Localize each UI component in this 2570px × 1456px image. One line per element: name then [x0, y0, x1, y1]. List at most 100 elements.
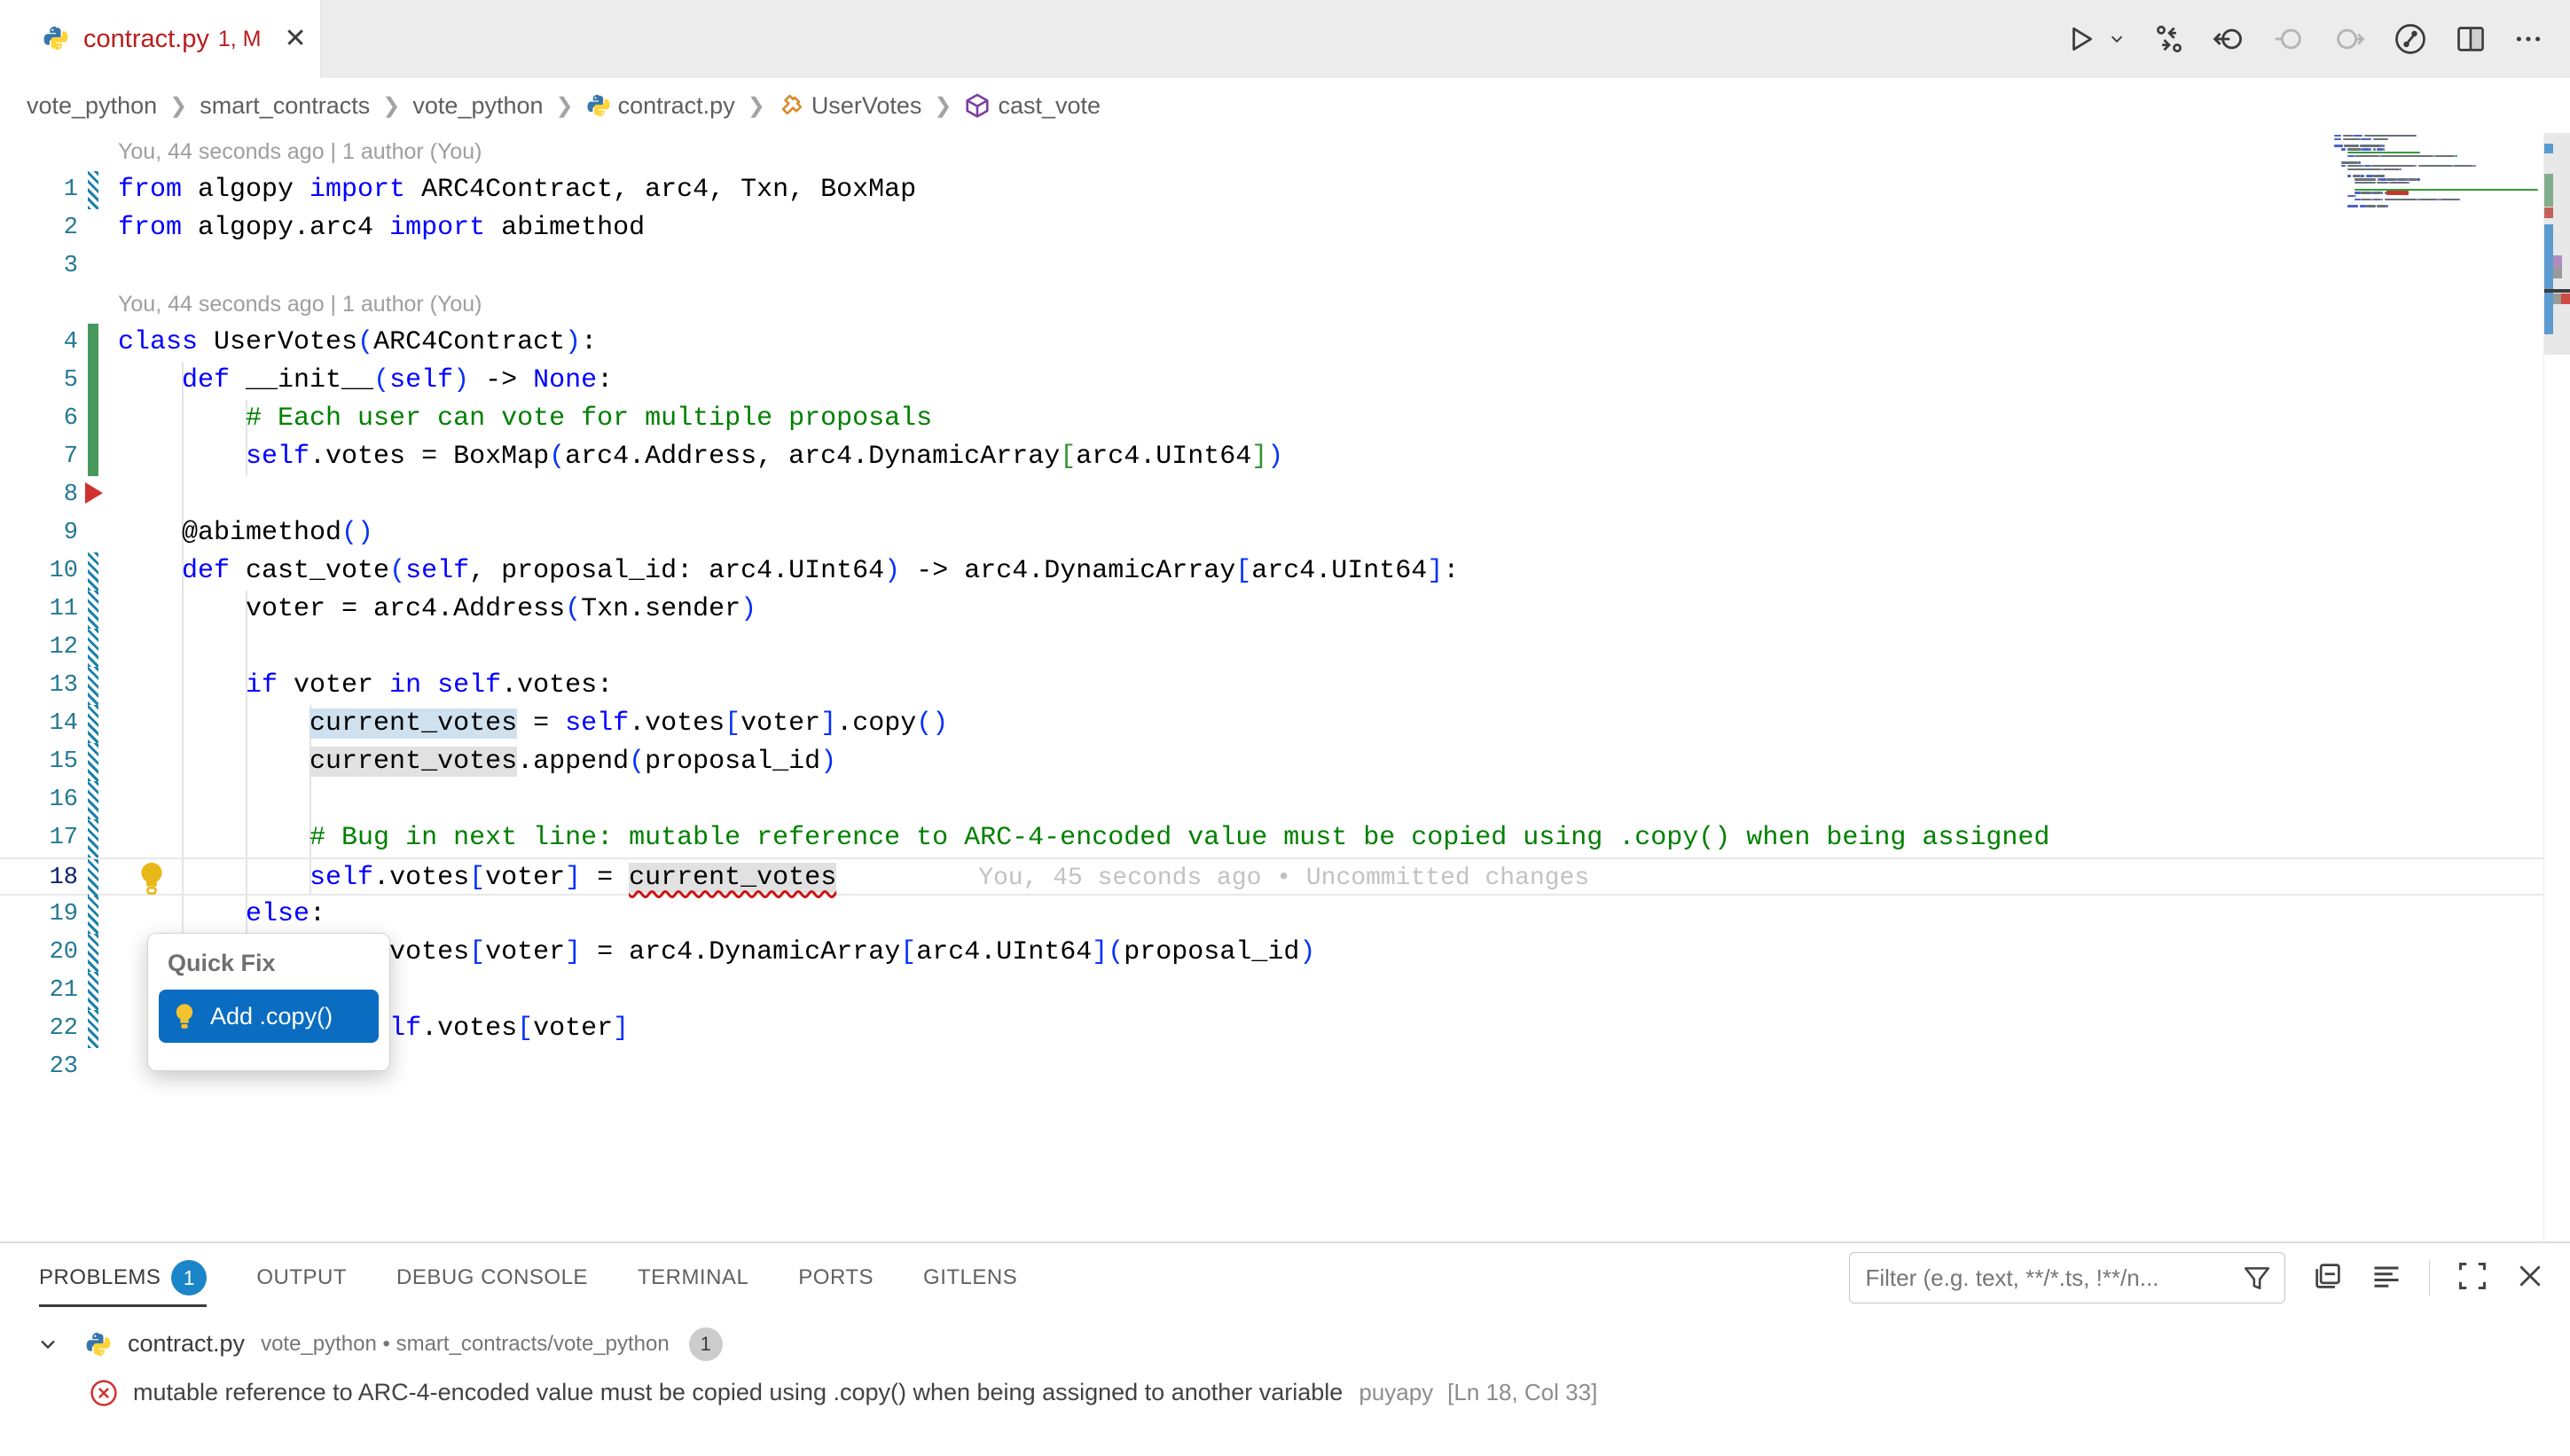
code-line-2[interactable]: 2from algopy.arc4 import abimethod — [0, 209, 2570, 247]
run-dropdown-icon[interactable] — [2107, 29, 2127, 49]
gutter[interactable] — [0, 133, 118, 171]
gutter[interactable]: 18 — [0, 859, 118, 897]
breadcrumb-item-cast_vote[interactable]: cast_vote — [964, 92, 1101, 120]
line-number: 15 — [50, 743, 78, 781]
code-line-18[interactable]: 18 self.votes[voter] = current_votesYou,… — [0, 857, 2570, 896]
gutter[interactable]: 2 — [0, 209, 118, 247]
breadcrumb-item-contract.py[interactable]: contract.py — [586, 92, 735, 120]
gutter[interactable]: 10 — [0, 552, 118, 591]
gutter-modified-marker — [88, 552, 98, 591]
minimap-line — [2332, 158, 2543, 160]
code-line-5[interactable]: 5 def __init__(self) -> None: — [0, 362, 2570, 400]
breadcrumb-item-smart_contracts[interactable]: smart_contracts — [200, 92, 370, 120]
gutter[interactable]: 3 — [0, 247, 118, 286]
minimap-line — [2332, 138, 2543, 140]
code-line-11[interactable]: 11 voter = arc4.Address(Txn.sender) — [0, 591, 2570, 629]
breadcrumb-item-vote_python[interactable]: vote_python — [412, 92, 543, 120]
line-number: 12 — [50, 629, 78, 667]
split-editor-icon[interactable] — [2455, 23, 2487, 55]
minimap-line — [2332, 142, 2543, 144]
code-line-12[interactable]: 12 — [0, 629, 2570, 667]
go-back-icon[interactable] — [2212, 22, 2245, 56]
panel-tab-ports[interactable]: PORTS — [798, 1243, 874, 1312]
gutter[interactable]: 21 — [0, 972, 118, 1010]
gutter[interactable]: 5 — [0, 362, 118, 400]
run-python-file-icon[interactable] — [2066, 24, 2096, 54]
gutter-modified-marker — [88, 819, 98, 857]
problems-error-row[interactable]: mutable reference to ARC-4-encoded value… — [0, 1368, 2570, 1417]
gutter[interactable]: 6 — [0, 400, 118, 438]
minimap[interactable] — [2332, 135, 2543, 365]
collapse-all-icon[interactable] — [2312, 1260, 2344, 1296]
view-as-table-icon[interactable] — [2370, 1260, 2402, 1296]
open-changes-icon[interactable] — [2153, 23, 2185, 55]
gutter[interactable]: 22 — [0, 1010, 118, 1048]
minimap-line — [2332, 189, 2543, 191]
gutter[interactable]: 16 — [0, 781, 118, 819]
breadcrumb-label: contract.py — [618, 92, 735, 120]
gutter[interactable]: 7 — [0, 438, 118, 476]
gutter[interactable]: 12 — [0, 629, 118, 667]
gutter[interactable]: 13 — [0, 667, 118, 705]
chevron-down-icon[interactable] — [35, 1332, 60, 1357]
gutter[interactable]: 1 — [0, 171, 118, 209]
quick-fix-add-copy-action[interactable]: Add .copy() — [159, 990, 379, 1043]
tab-contract-py[interactable]: contract.py 1, M ✕ — [0, 0, 321, 78]
code-line-16[interactable]: 16 — [0, 781, 2570, 819]
indent-guide — [182, 629, 184, 667]
problems-count-badge: 1 — [689, 1327, 723, 1361]
gutter[interactable]: 14 — [0, 705, 118, 743]
panel-controls — [1849, 1243, 2546, 1312]
problems-file-row[interactable]: contract.py vote_python • smart_contract… — [0, 1319, 2570, 1368]
maximize-panel-icon[interactable] — [2456, 1260, 2488, 1296]
code-line-8[interactable]: 8 — [0, 476, 2570, 514]
code-line-6[interactable]: 6 # Each user can vote for multiple prop… — [0, 400, 2570, 438]
code-line-14[interactable]: 14 current_votes = self.votes[voter].cop… — [0, 705, 2570, 743]
line-number: 18 — [50, 859, 78, 897]
gutter[interactable]: 20 — [0, 934, 118, 972]
gutter[interactable]: 15 — [0, 743, 118, 781]
code-line-19[interactable]: 19 else: — [0, 896, 2570, 934]
method-symbol-icon — [964, 92, 991, 119]
gutter[interactable]: 17 — [0, 819, 118, 857]
gutter[interactable]: 23 — [0, 1048, 118, 1086]
panel-tab-gitlens[interactable]: GITLENS — [923, 1243, 1017, 1312]
gitlens-blame-row: You, 44 seconds ago | 1 author (You) — [0, 286, 2570, 324]
panel-tab-terminal[interactable]: TERMINAL — [638, 1243, 748, 1312]
tab-close-icon[interactable]: ✕ — [284, 26, 306, 52]
code-line-3[interactable]: 3 — [0, 247, 2570, 286]
commit-graph-icon[interactable] — [2393, 21, 2428, 57]
code-line-9[interactable]: 9 @abimethod() — [0, 514, 2570, 552]
breadcrumb-item-vote_python[interactable]: vote_python — [27, 92, 157, 120]
code-line-10[interactable]: 10 def cast_vote(self, proposal_id: arc4… — [0, 552, 2570, 591]
panel-tab-output[interactable]: OUTPUT — [256, 1243, 347, 1312]
code-line-4[interactable]: 4class UserVotes(ARC4Contract): — [0, 324, 2570, 362]
error-source: puyapy — [1359, 1379, 1433, 1406]
quick-fix-action-label: Add .copy() — [210, 1003, 333, 1030]
more-actions-icon[interactable] — [2513, 24, 2543, 54]
gutter[interactable]: 4 — [0, 324, 118, 362]
code-line-13[interactable]: 13 if voter in self.votes: — [0, 667, 2570, 705]
editor-actions — [2066, 0, 2543, 78]
previous-change-icon[interactable] — [2272, 22, 2306, 56]
close-panel-icon[interactable] — [2515, 1261, 2545, 1296]
breadcrumb-item-UserVotes[interactable]: UserVotes — [778, 92, 922, 120]
code-line-1[interactable]: 1from algopy import ARC4Contract, arc4, … — [0, 171, 2570, 209]
panel-tab-problems[interactable]: PROBLEMS1 — [39, 1243, 207, 1312]
breadcrumb-separator: ❯ — [556, 93, 574, 119]
gutter[interactable]: 19 — [0, 896, 118, 934]
quick-fix-lightbulb-icon[interactable] — [135, 860, 168, 896]
gutter[interactable]: 11 — [0, 591, 118, 629]
class-symbol-icon — [778, 92, 804, 119]
code-editor[interactable]: You, 44 seconds ago | 1 author (You) 1fro… — [0, 133, 2570, 1241]
gutter[interactable] — [0, 286, 118, 324]
code-line-7[interactable]: 7 self.votes = BoxMap(arc4.Address, arc4… — [0, 438, 2570, 476]
code-line-15[interactable]: 15 current_votes.append(proposal_id) — [0, 743, 2570, 781]
code-line-17[interactable]: 17 # Bug in next line: mutable reference… — [0, 819, 2570, 857]
gutter[interactable]: 9 — [0, 514, 118, 552]
gutter-added-marker — [88, 438, 98, 476]
next-change-icon[interactable] — [2332, 22, 2366, 56]
panel-tab-debug-console[interactable]: DEBUG CONSOLE — [396, 1243, 588, 1312]
python-symbol-icon — [586, 93, 611, 118]
problems-filter-input[interactable] — [1866, 1264, 2242, 1292]
